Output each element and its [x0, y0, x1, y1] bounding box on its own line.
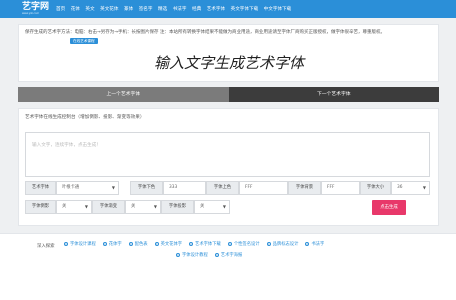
size-select-value: 36 [397, 185, 403, 190]
main-nav: 首页 花体 英文 英文花体 篆体 签名字 精选 书法字 经典 艺术字体 英文字体… [56, 0, 297, 18]
size-label: 字体大小 [360, 181, 391, 195]
gradient-select-value: 关 [131, 204, 136, 209]
search-icon: ⌕ [305, 242, 310, 246]
search-icon: ⌕ [154, 242, 159, 246]
reflection-label: 字体倒影 [25, 200, 56, 214]
search-icon: ⌕ [227, 242, 232, 246]
explore-title: 深入探索 [37, 244, 55, 249]
search-icon: ⌕ [176, 253, 180, 257]
search-icon: ⌕ [189, 242, 194, 246]
explore-footer: 深入探索 ⌕ 字体设计课程 ⌕ 花体字 ⌕ 配色表 ⌕ 英文花体字 ⌕ 艺术字体下载 ⌕ 个… [0, 233, 456, 300]
preview-card: 保存生成的艺术字方法：电脑：右击→另存为→手机：长按图片保存 注：本站所有转换字… [18, 24, 439, 82]
explore-links: ⌕ 字体设计课程 ⌕ 花体字 ⌕ 配色表 ⌕ 英文花体字 ⌕ 艺术字体下载 ⌕ 个性签名设计… [64, 241, 404, 263]
shadow-label: 字体投影 [161, 200, 194, 214]
next-font-button[interactable]: 下一个艺术字体 [228, 87, 439, 102]
nav-item-english-huati[interactable]: 英文花体 [100, 6, 118, 12]
top-navigation-bar: 艺字网 www.yizi.com 首页 花体 英文 英文花体 篆体 签名字 精选… [0, 0, 456, 18]
background-label: 字体背景 [288, 181, 321, 195]
shadow-select[interactable]: 关 ▼ [194, 200, 230, 214]
chevron-down-icon: ▼ [153, 204, 157, 209]
preview-text: 输入文字生成艺术字体 [154, 54, 306, 72]
explore-link-label: 英文花体字 [160, 242, 183, 247]
nav-item-home[interactable]: 首页 [56, 6, 65, 12]
explore-link[interactable]: ⌕ 艺术字体下载 [189, 241, 221, 247]
size-select[interactable]: 36 ▼ [391, 181, 430, 195]
explore-link-label: 字体设计课程 [70, 242, 96, 247]
generated-font-preview: 输入文字生成艺术字体 [154, 54, 306, 72]
nav-item-chinese-font-download[interactable]: 中文字体下载 [264, 6, 292, 12]
explore-link-label: 花体字 [108, 242, 122, 247]
reflection-select[interactable]: 关 ▼ [56, 200, 92, 214]
explore-link-label: 配色表 [134, 242, 148, 247]
nav-item-huati[interactable]: 花体 [71, 6, 80, 12]
explore-link[interactable]: ⌕ 英文花体字 [154, 241, 183, 247]
search-icon: ⌕ [64, 242, 68, 246]
explore-link[interactable]: ⌕ 艺术字海报 [214, 252, 243, 258]
search-icon: ⌕ [214, 253, 219, 257]
nav-item-classic[interactable]: 经典 [192, 6, 201, 12]
nav-item-art-font[interactable]: 艺术字体 [207, 6, 225, 12]
reflection-select-value: 关 [62, 204, 67, 209]
font-label: 艺术字体 [25, 181, 56, 195]
nav-item-calligraphy[interactable]: 书法字 [173, 6, 187, 12]
color-bottom-label: 字体下色 [130, 181, 163, 195]
nav-item-english-font-download[interactable]: 英文字体下载 [231, 6, 259, 12]
explore-link[interactable]: ⌕ 字体设计教程 [176, 252, 208, 258]
explore-link[interactable]: ⌕ 书法字 [305, 241, 324, 247]
search-icon: ⌕ [128, 242, 133, 246]
gradient-select[interactable]: 关 ▼ [125, 200, 161, 214]
search-icon: ⌕ [266, 242, 271, 246]
text-input[interactable]: 输入文字，连续字体，点击生成！ [25, 132, 430, 177]
search-icon: ⌕ [102, 242, 107, 246]
explore-link-label: 书法字 [311, 242, 325, 247]
color-bottom-input[interactable]: 333 [163, 181, 206, 195]
font-select[interactable]: 叶根卡通 ▼ [56, 181, 119, 195]
explore-link[interactable]: ⌕ 花体字 [102, 241, 122, 247]
nav-item-english[interactable]: 英文 [85, 6, 94, 12]
generate-button[interactable]: 点击生成 [372, 200, 406, 215]
explore-link-label: 品牌标志设计 [272, 242, 299, 247]
nav-item-zhuanti[interactable]: 篆体 [124, 6, 133, 12]
font-switch-tabs: 上一个艺术字体 下一个艺术字体 [18, 87, 439, 102]
explore-link-label: 个性签名设计 [233, 242, 260, 247]
gradient-label: 字体渐变 [92, 200, 125, 214]
nav-item-featured[interactable]: 精选 [158, 6, 167, 12]
options-row-2: 字体倒影 关 ▼ 字体渐变 关 ▼ 字体投影 关 ▼ [25, 200, 430, 214]
explore-link[interactable]: ⌕ 字体设计课程 [64, 241, 96, 247]
background-input[interactable]: FFF [321, 181, 360, 195]
site-logo-subtitle: www.yizi.com [22, 12, 40, 15]
console-title: 艺术字体在线生成控制台（增加倒影、投影、渐变等效果） [25, 115, 145, 120]
chevron-down-icon: ▼ [84, 204, 88, 209]
options-row-1: 艺术字体 叶根卡通 ▼ 字体下色 333 字体上色 FFF 字体背景 FFF 字… [25, 181, 430, 195]
explore-link[interactable]: ⌕ 配色表 [128, 241, 148, 247]
online-course-badge[interactable]: 在线艺术课程 [70, 37, 98, 44]
color-top-input[interactable]: FFF [239, 181, 288, 195]
explore-link[interactable]: ⌕ 个性签名设计 [227, 241, 260, 247]
chevron-down-icon: ▼ [111, 185, 115, 190]
generator-console: 艺术字体在线生成控制台（增加倒影、投影、渐变等效果） 输入文字，连续字体，点击生… [18, 108, 439, 226]
explore-link-label: 字体设计教程 [182, 253, 208, 258]
explore-link[interactable]: ⌕ 品牌标志设计 [266, 241, 299, 247]
chevron-down-icon: ▼ [222, 204, 226, 209]
shadow-select-value: 关 [200, 204, 205, 209]
font-select-value: 叶根卡通 [62, 185, 80, 190]
nav-item-signature[interactable]: 签名字 [139, 6, 153, 12]
chevron-down-icon: ▼ [422, 185, 426, 190]
prev-font-button[interactable]: 上一个艺术字体 [18, 87, 229, 102]
color-top-label: 字体上色 [206, 181, 239, 195]
save-notice: 保存生成的艺术字方法：电脑：右击→另存为→手机：长按图片保存 注：本站所有转换字… [25, 30, 385, 35]
explore-link-label: 艺术字海报 [220, 253, 243, 258]
explore-link-label: 艺术字体下载 [195, 242, 221, 247]
